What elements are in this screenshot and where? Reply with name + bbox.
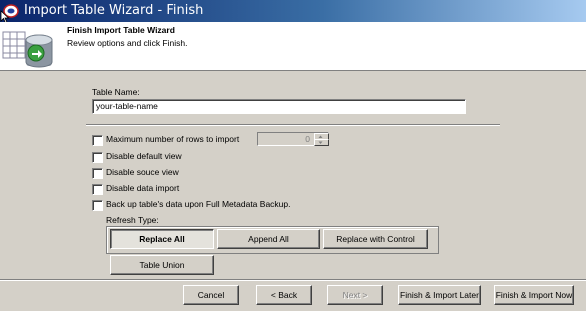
disable-source-view-checkbox[interactable]	[92, 168, 103, 179]
title-bar[interactable]: Import Table Wizard - Finish	[0, 0, 586, 22]
wizard-header: Finish Import Table Wizard Review option…	[0, 22, 586, 71]
disable-data-import-label: Disable data import	[106, 183, 180, 193]
finish-import-now-button[interactable]: Finish & Import Now	[494, 285, 574, 305]
back-button[interactable]: < Back	[256, 285, 312, 305]
max-rows-checkbox[interactable]	[92, 135, 103, 146]
replace-all-button[interactable]: Replace All	[110, 229, 214, 249]
max-rows-value: 0	[305, 134, 310, 144]
table-import-icon	[2, 31, 53, 68]
backup-checkbox[interactable]	[92, 200, 103, 211]
options-separator	[86, 124, 500, 126]
arrow-down-icon	[318, 141, 323, 144]
disable-data-import-checkbox[interactable]	[92, 184, 103, 195]
spinner-buttons	[314, 133, 329, 146]
footer-separator	[0, 279, 586, 281]
max-rows-label: Maximum number of rows to import	[106, 134, 240, 144]
disable-default-view-label: Disable default view	[106, 151, 182, 161]
import-table-wizard-window: Import Table Wizard - Finish Finish Impo…	[0, 0, 586, 311]
finish-import-later-button[interactable]: Finish & Import Later	[398, 285, 481, 305]
append-all-button[interactable]: Append All	[217, 229, 320, 249]
disable-default-view-checkbox[interactable]	[92, 152, 103, 163]
disable-source-view-label: Disable souce view	[106, 167, 179, 177]
window-title: Import Table Wizard - Finish	[24, 3, 204, 18]
spinner-down-button[interactable]	[314, 139, 329, 146]
table-name-label: Table Name:	[92, 87, 140, 97]
table-name-input[interactable]: your-table-name	[92, 99, 466, 114]
wizard-step-subtitle: Review options and click Finish.	[67, 38, 188, 48]
next-button[interactable]: Next >	[327, 285, 383, 305]
wizard-step-title: Finish Import Table Wizard	[67, 25, 175, 35]
table-union-button[interactable]: Table Union	[110, 255, 214, 275]
backup-label: Back up table's data upon Full Metadata …	[106, 199, 291, 209]
cancel-button[interactable]: Cancel	[183, 285, 239, 305]
max-rows-spinner[interactable]: 0	[257, 132, 329, 146]
replace-with-control-button[interactable]: Replace with Control	[323, 229, 428, 249]
refresh-type-label: Refresh Type:	[106, 215, 159, 225]
